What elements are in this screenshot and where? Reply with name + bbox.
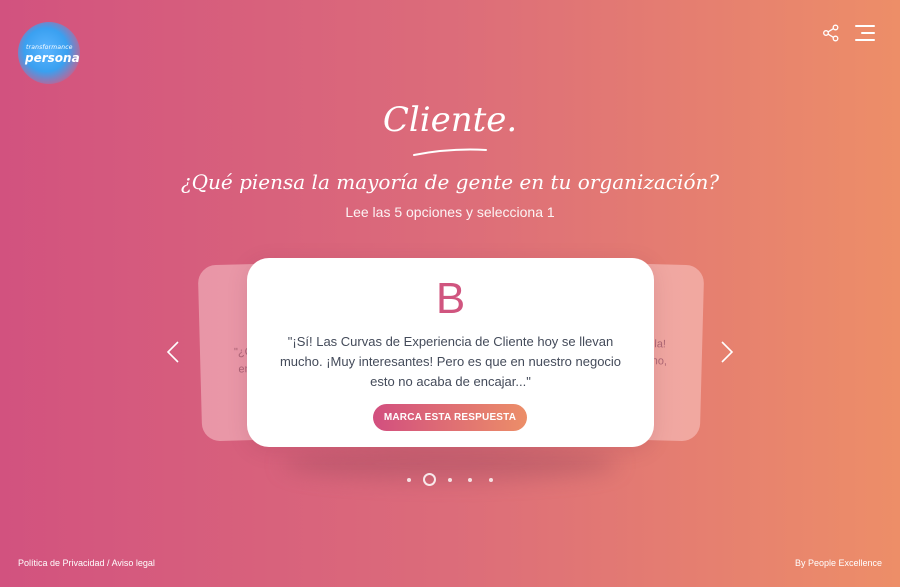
option-card-active: B "¡Sí! Las Curvas de Experiencia de Cli…	[247, 258, 654, 447]
hamburger-menu-icon[interactable]	[855, 25, 875, 41]
share-icon[interactable]	[822, 24, 840, 42]
page-title: Cliente.	[382, 100, 518, 140]
menu-line-top	[855, 25, 875, 27]
transformance-persona-logo[interactable]: transformance persona	[18, 22, 80, 84]
logo-line-1: transformance	[26, 44, 73, 51]
pagination-dot-2[interactable]	[423, 473, 436, 486]
question-heading: ¿Qué piensa la mayoría de gente en tu or…	[180, 170, 720, 194]
logo-line-2: persona	[25, 51, 80, 65]
option-text: "¡Sí! Las Curvas de Experiencia de Clien…	[279, 334, 622, 389]
menu-line-bottom	[855, 39, 875, 41]
footer-links: Política de Privacidad / Aviso legal	[18, 558, 155, 568]
option-letter: B	[435, 274, 466, 323]
instruction-text: Lee las 5 opciones y selecciona 1	[345, 204, 555, 220]
carousel-pagination	[405, 473, 495, 487]
title-underline	[413, 148, 487, 156]
pagination-dot-5[interactable]	[489, 478, 493, 482]
legal-notice-link[interactable]: Aviso legal	[112, 558, 155, 568]
chevron-left-icon[interactable]	[166, 340, 180, 364]
menu-line-middle	[861, 32, 875, 34]
chevron-right-icon[interactable]	[720, 340, 734, 364]
pagination-dot-1[interactable]	[407, 478, 411, 482]
pagination-dot-3[interactable]	[448, 478, 452, 482]
footer-separator: /	[104, 558, 112, 568]
footer-credit: By People Excellence	[794, 558, 882, 568]
pagination-dot-4[interactable]	[468, 478, 472, 482]
mark-answer-button[interactable]: MARCA ESTA RESPUESTA	[373, 404, 527, 431]
privacy-policy-link[interactable]: Política de Privacidad	[18, 558, 105, 568]
